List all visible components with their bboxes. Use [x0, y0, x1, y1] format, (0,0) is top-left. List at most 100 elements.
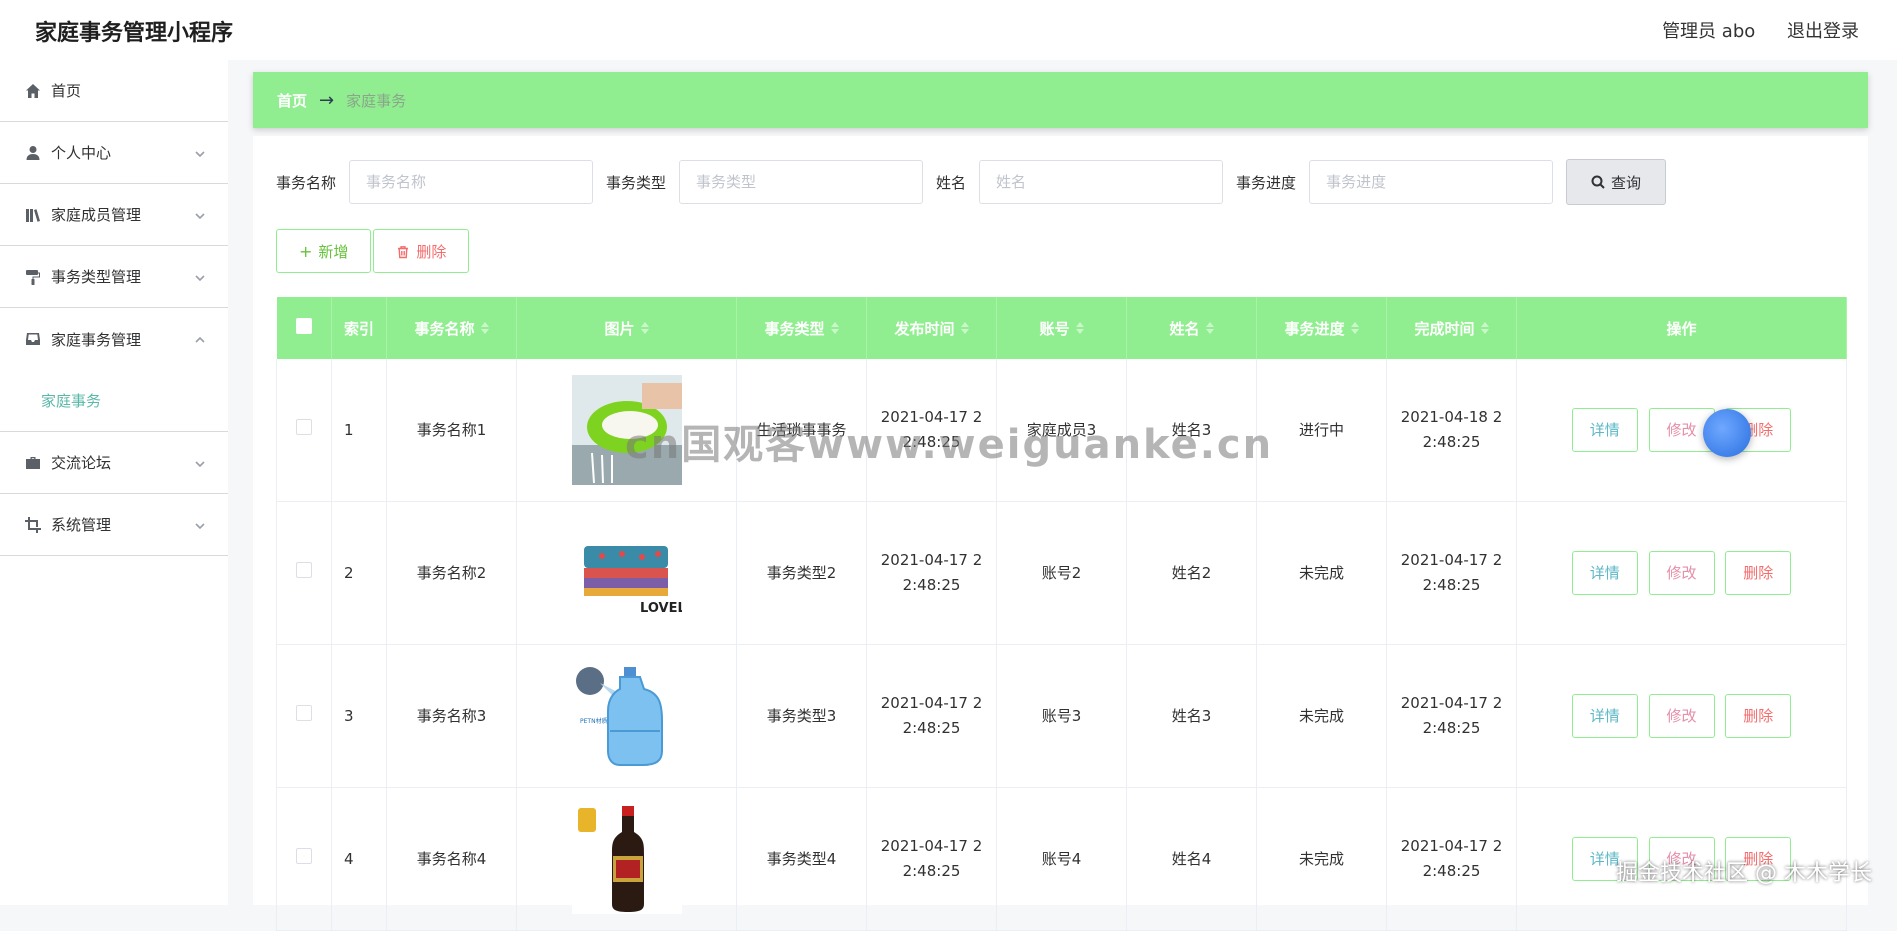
name-cell: 事务名称1	[386, 359, 517, 502]
row-select-cell	[276, 644, 332, 788]
towel-image: LOVEL	[571, 518, 682, 628]
row-checkbox[interactable]	[296, 704, 312, 721]
affairs-table: 索引 事务名称 图片 事务类型 发布时间 账号 姓名 事务进度 完成时间 操作 …	[276, 297, 1847, 931]
batch-delete-button[interactable]: 删除	[373, 229, 470, 273]
table-row: 4 事务名称4 事务类型4 2021-04-17 2 2:48:25 账号4 姓…	[276, 787, 1847, 931]
column-header-progress[interactable]: 事务进度	[1256, 297, 1387, 359]
action-bar: + 新增 删除	[276, 229, 470, 273]
sidebar-item-system[interactable]: 系统管理	[0, 494, 228, 556]
detail-button[interactable]: 详情	[1571, 408, 1638, 452]
column-header-operations: 操作	[1516, 297, 1847, 359]
person-cell: 姓名4	[1126, 787, 1257, 931]
column-header-publish-time[interactable]: 发布时间	[866, 297, 997, 359]
publish-time-cell: 2021-04-17 2 2:48:25	[866, 359, 997, 502]
sort-caret-icon[interactable]	[640, 320, 649, 338]
type-filter-label: 事务类型	[606, 173, 667, 192]
sidebar-subitem-family-affairs[interactable]: 家庭事务	[0, 370, 228, 432]
app-title: 家庭事务管理小程序	[35, 21, 234, 46]
sidebar-item-family-members[interactable]: 家庭成员管理	[0, 184, 228, 246]
select-all-cell	[276, 297, 332, 359]
header-label: 账号	[1039, 319, 1070, 338]
column-header-image[interactable]: 图片	[516, 297, 737, 359]
chevron-down-icon	[194, 146, 206, 158]
account-cell: 账号2	[996, 501, 1127, 645]
sort-caret-icon[interactable]	[960, 320, 969, 338]
column-header-account[interactable]: 账号	[996, 297, 1127, 359]
type-cell: 事务类型2	[736, 501, 867, 645]
index-cell: 3	[331, 644, 387, 788]
progress-cell: 未完成	[1256, 644, 1387, 788]
row-checkbox[interactable]	[296, 418, 312, 435]
content-panel: 事务名称 事务类型 姓名 事务进度 查询 + 新增 删除	[253, 136, 1868, 931]
logout-button[interactable]: 退出登录	[1787, 21, 1859, 42]
floating-assistant-button[interactable]	[1703, 409, 1751, 457]
chevron-down-icon	[194, 270, 206, 282]
type-filter-input[interactable]	[679, 160, 924, 204]
sort-caret-icon[interactable]	[1205, 320, 1214, 338]
column-header-finish-time[interactable]: 完成时间	[1386, 297, 1517, 359]
name-filter-input[interactable]	[349, 160, 594, 204]
add-button[interactable]: + 新增	[276, 229, 372, 273]
sidebar-item-home[interactable]: 首页	[0, 60, 228, 122]
header-label: 发布时间	[894, 319, 955, 338]
sidebar-item-personal-center[interactable]: 个人中心	[0, 122, 228, 184]
header-label: 完成时间	[1414, 319, 1475, 338]
main-content: 首页 → 家庭事务 事务名称 事务类型 姓名 事务进度 查询 + 新增	[253, 72, 1868, 931]
search-icon	[1591, 175, 1605, 189]
delete-button[interactable]: 删除	[1725, 694, 1792, 738]
crop-icon	[25, 516, 41, 533]
sidebar-item-label: 家庭事务管理	[51, 330, 142, 349]
operations-cell: 详情 修改 删除	[1516, 644, 1847, 788]
sidebar-item-forum[interactable]: 交流论坛	[0, 432, 228, 494]
column-header-type[interactable]: 事务类型	[736, 297, 867, 359]
table-row: 2 事务名称2 LOVEL 事务类型2 2021-04-17 2 2:48:25…	[276, 501, 1847, 645]
type-cell: 生活琐事事务	[736, 359, 867, 502]
delete-button[interactable]: 删除	[1725, 551, 1792, 595]
sidebar-item-task-types[interactable]: 事务类型管理	[0, 246, 228, 308]
detail-button[interactable]: 详情	[1571, 694, 1638, 738]
row-checkbox[interactable]	[296, 847, 312, 864]
add-button-label: 新增	[318, 242, 349, 261]
image-cell	[516, 359, 737, 502]
table-header-row: 索引 事务名称 图片 事务类型 发布时间 账号 姓名 事务进度 完成时间 操作	[276, 297, 1847, 359]
footer-watermark: 掘金技术社区 @ 木木学长	[1616, 861, 1872, 886]
sort-caret-icon[interactable]	[480, 320, 489, 338]
inbox-icon	[25, 331, 41, 347]
sort-caret-icon[interactable]	[830, 320, 839, 338]
row-select-cell	[276, 787, 332, 931]
admin-user-label[interactable]: 管理员 abo	[1662, 21, 1755, 42]
sidebar-item-family-affairs[interactable]: 家庭事务管理	[0, 308, 228, 370]
trash-icon	[396, 242, 410, 261]
sort-caret-icon[interactable]	[1075, 320, 1084, 338]
select-all-checkbox[interactable]	[295, 318, 312, 334]
query-button[interactable]: 查询	[1566, 159, 1667, 205]
row-checkbox[interactable]	[296, 561, 312, 578]
edit-button[interactable]: 修改	[1648, 551, 1715, 595]
home-icon	[25, 83, 41, 99]
header-label: 事务进度	[1284, 319, 1345, 338]
chevron-down-icon	[194, 518, 206, 530]
progress-cell: 未完成	[1256, 501, 1387, 645]
type-cell: 事务类型4	[736, 787, 867, 931]
edit-button[interactable]: 修改	[1648, 694, 1715, 738]
finish-time-cell: 2021-04-17 2 2:48:25	[1386, 644, 1517, 788]
column-header-person[interactable]: 姓名	[1126, 297, 1257, 359]
name-cell: 事务名称4	[386, 787, 517, 931]
row-select-cell	[276, 501, 332, 645]
progress-filter-label: 事务进度	[1236, 173, 1297, 192]
sort-caret-icon[interactable]	[1350, 320, 1359, 338]
briefcase-icon	[25, 455, 41, 471]
sort-caret-icon[interactable]	[1480, 320, 1489, 338]
name-cell: 事务名称2	[386, 501, 517, 645]
column-header-name[interactable]: 事务名称	[386, 297, 517, 359]
progress-filter-input[interactable]	[1309, 160, 1554, 204]
finish-time-cell: 2021-04-18 2 2:48:25	[1386, 359, 1517, 502]
person-filter-input[interactable]	[979, 160, 1224, 204]
search-form: 事务名称 事务类型 姓名 事务进度 查询	[276, 159, 1667, 205]
paint-roller-icon	[25, 269, 41, 285]
breadcrumb-home-link[interactable]: 首页	[277, 90, 307, 111]
chevron-down-icon	[194, 456, 206, 468]
person-cell: 姓名3	[1126, 644, 1257, 788]
progress-cell: 未完成	[1256, 787, 1387, 931]
detail-button[interactable]: 详情	[1571, 551, 1638, 595]
